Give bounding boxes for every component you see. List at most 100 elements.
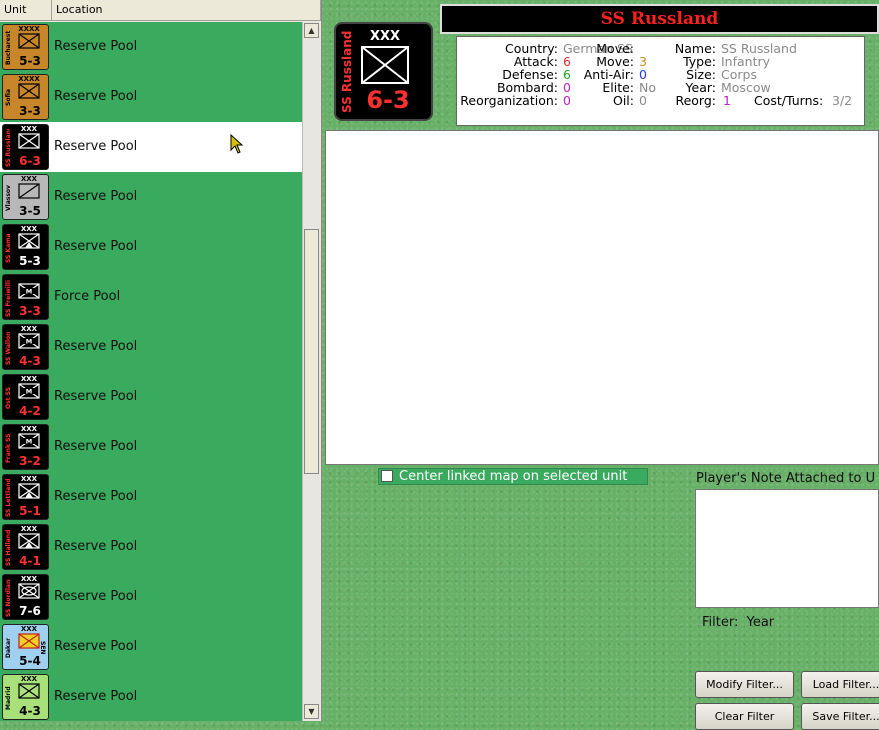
filter-status: Filter: Year: [702, 615, 774, 630]
column-header-location[interactable]: Location: [52, 0, 321, 20]
unit-counter[interactable]: Bucharest XXXX 5-3: [2, 24, 49, 70]
list-row[interactable]: Bucharest XXXX 5-3 Reserve Pool: [0, 22, 302, 72]
list-row[interactable]: Vlassov XXX 3-5 Reserve Pool: [0, 172, 302, 222]
unit-counter[interactable]: SS Freiwilli M 3-3: [2, 274, 49, 320]
infantry-symbol-icon: [18, 133, 40, 149]
counter-strength: 4-3: [19, 354, 41, 368]
counter-strength: 4-1: [19, 554, 41, 568]
list-row[interactable]: SS Nordland XXX 7-6 Reserve Pool: [0, 572, 302, 622]
reorg-value: 1: [723, 93, 731, 108]
unit-counter[interactable]: SS Nordland XXX 7-6: [2, 574, 49, 620]
counter-size: XXX: [20, 425, 38, 433]
counter-size: XXX: [20, 575, 38, 583]
counter-strength: 5-1: [19, 504, 41, 518]
list-scrollbar[interactable]: ▲ ▼: [302, 22, 320, 721]
oil-label: Oil:: [613, 93, 634, 108]
counter-strength: 4-3: [19, 704, 41, 718]
list-row[interactable]: SS Kama XXX 5-3 Reserve Pool: [0, 222, 302, 272]
mouse-pointer-icon: [230, 134, 244, 154]
selected-unit-counter: SS Russland XXX 6-3: [334, 22, 433, 121]
save-filter-button[interactable]: Save Filter...: [801, 703, 879, 730]
counter-strength: 3-5: [19, 204, 41, 218]
oil-value: 0: [639, 93, 647, 108]
scroll-down-button[interactable]: ▼: [304, 704, 319, 719]
player-note-textbox[interactable]: [695, 489, 879, 608]
list-row[interactable]: SS Lettland XXX 5-1 Reserve Pool: [0, 472, 302, 522]
unit-notes-area[interactable]: [325, 130, 879, 465]
mountain-symbol-icon: [18, 233, 40, 249]
location-cell: Reserve Pool: [54, 489, 138, 504]
unit-counter[interactable]: Sofia XXXX 3-3: [2, 74, 49, 120]
counter-strength: 3-3: [19, 304, 41, 318]
counter-size: XXX: [20, 225, 38, 233]
unit-counter[interactable]: SS Halland XXX 4-1: [2, 524, 49, 570]
list-row[interactable]: Madrid XXX 4-3 Reserve Pool: [0, 672, 302, 721]
modify-filter-button[interactable]: Modify Filter...: [695, 671, 794, 698]
unit-info-box: Country: German SS Attack: 6 Defense: 6 …: [456, 36, 865, 126]
load-filter-button[interactable]: Load Filter...: [801, 671, 879, 698]
location-cell: Reserve Pool: [54, 589, 138, 604]
cost-turns-value: 3/2: [832, 93, 853, 108]
list-row[interactable]: SS Freiwilli M 3-3 Force Pool: [0, 272, 302, 322]
unit-counter[interactable]: SS Lettland XXX 5-1: [2, 474, 49, 520]
location-cell: Force Pool: [54, 289, 121, 304]
location-cell: Reserve Pool: [54, 239, 138, 254]
reorg-label: Reorg:: [675, 93, 716, 108]
unit-counter[interactable]: Dakar XXX 5-4 SEN: [2, 624, 49, 670]
center-linked-map-option[interactable]: Center linked map on selected unit: [378, 468, 648, 485]
center-linked-map-label[interactable]: Center linked map on selected unit: [399, 469, 627, 484]
counter-size: XXXX: [18, 25, 40, 33]
unit-counter[interactable]: Vlassov XXX 3-5: [2, 174, 49, 220]
scroll-thumb[interactable]: [304, 229, 319, 474]
unit-counter[interactable]: SS Wallon XXX M 4-3: [2, 324, 49, 370]
scroll-up-button[interactable]: ▲: [304, 23, 319, 38]
list-row[interactable]: SS Wallon XXX M 4-3 Reserve Pool: [0, 322, 302, 372]
filter-value: Year: [746, 615, 775, 630]
mountain-symbol-icon: [18, 533, 40, 549]
counter-size: XXX: [20, 525, 38, 533]
infantry-symbol-icon: [18, 83, 40, 99]
unit-counter[interactable]: SS Kama XXX 5-3: [2, 224, 49, 270]
location-cell: Reserve Pool: [54, 189, 138, 204]
motorized-symbol-icon: M: [18, 383, 40, 399]
counter-strength: 6-3: [19, 154, 41, 168]
infantry-symbol-icon: [18, 33, 40, 49]
cost-turns-label: Cost/Turns:: [754, 93, 824, 108]
center-linked-map-checkbox[interactable]: [381, 470, 393, 482]
counter-size: XXX: [20, 475, 38, 483]
unit-list-panel: Unit Location Bucharest XXXX 5-3 Reserve Po…: [0, 0, 322, 721]
motorized-symbol-icon: M: [18, 283, 40, 299]
player-note-title: Player's Note Attached to U: [696, 471, 876, 486]
list-row[interactable]: Ost SS XXX M 4-2 Reserve Pool: [0, 372, 302, 422]
counter-size: XXX: [20, 125, 38, 133]
location-cell: Reserve Pool: [54, 89, 138, 104]
location-cell: Reserve Pool: [54, 439, 138, 454]
counter-size: XXXX: [18, 75, 40, 83]
infantry-symbol-icon: [361, 46, 409, 84]
clear-filter-button[interactable]: Clear Filter: [695, 703, 794, 730]
column-header-unit[interactable]: Unit: [0, 0, 52, 20]
list-row[interactable]: Frank SS XXX M 3-2 Reserve Pool: [0, 422, 302, 472]
cavalry-symbol-icon: [18, 183, 40, 199]
svg-text:M: M: [26, 338, 32, 346]
counter-side-label: SEN: [39, 641, 46, 655]
unit-counter[interactable]: Ost SS XXX M 4-2: [2, 374, 49, 420]
unit-counter[interactable]: SS Russland XXX 6-3: [2, 124, 49, 170]
list-row[interactable]: SS Russland XXX 6-3 Reserve Pool: [0, 122, 302, 172]
svg-text:M: M: [26, 438, 32, 446]
unit-counter[interactable]: Frank SS XXX M 3-2: [2, 424, 49, 470]
counter-size: XXX: [20, 175, 38, 183]
list-row[interactable]: Sofia XXXX 3-3 Reserve Pool: [0, 72, 302, 122]
unit-counter[interactable]: Madrid XXX 4-3: [2, 674, 49, 720]
list-row[interactable]: Dakar XXX 5-4 SEN Reserve Pool: [0, 622, 302, 672]
motorized-symbol-icon: M: [18, 433, 40, 449]
counter-strength: 5-3: [19, 254, 41, 268]
counter-size: XXX: [20, 375, 38, 383]
unit-list: Bucharest XXXX 5-3 Reserve Pool Sofia XXXX 3-3…: [0, 22, 302, 721]
counter-strength: 7-6: [19, 604, 41, 618]
motorized-symbol-icon: M: [18, 333, 40, 349]
list-row[interactable]: SS Halland XXX 4-1 Reserve Pool: [0, 522, 302, 572]
list-header: Unit Location: [0, 0, 321, 21]
location-cell: Reserve Pool: [54, 539, 138, 554]
location-cell: Reserve Pool: [54, 139, 138, 154]
